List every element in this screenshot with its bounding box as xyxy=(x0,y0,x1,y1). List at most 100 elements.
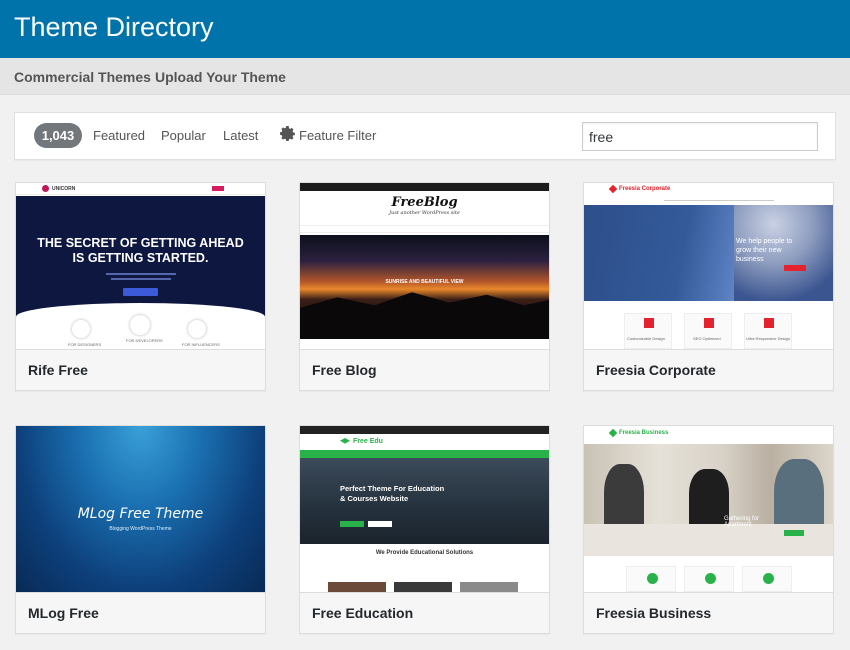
preview-service-box: Ultra Responsive Design xyxy=(744,313,792,349)
preview-service-box: SEO Optimized xyxy=(684,313,732,349)
preview-section: We Provide Educational Solutions xyxy=(300,544,549,592)
theme-screenshot: Freesia Business Gathering for Apartment xyxy=(584,426,833,592)
preview-header: Free Edu xyxy=(300,434,549,450)
preview-service-label: SEO Optimized xyxy=(693,336,721,341)
preview-thumb xyxy=(394,582,452,592)
theme-count-badge: 1,043 xyxy=(34,123,82,148)
preview-person xyxy=(689,469,729,529)
preview-cta xyxy=(784,265,806,271)
preview-feature-label: FOR DEVELOPERS xyxy=(126,338,163,343)
unicorn-logo-icon xyxy=(42,185,49,192)
preview-menu xyxy=(300,225,549,233)
preview-hero-line-1: Perfect Theme For Education xyxy=(340,484,445,493)
theme-card-freesia-corporate[interactable]: Freesia Corporate We help people to grow… xyxy=(583,182,834,391)
theme-name: Rife Free xyxy=(16,349,265,390)
preview-section-title: We Provide Educational Solutions xyxy=(375,550,474,556)
preview-service-icon xyxy=(764,318,774,328)
preview-topbar xyxy=(300,426,549,434)
preview-text-line xyxy=(111,278,171,280)
preview-office-image: Gathering for Apartment xyxy=(584,444,833,556)
preview-nav: Freesia Corporate xyxy=(584,183,833,205)
preview-masthead: FreeBlog Just another WordPress site xyxy=(300,191,549,221)
preview-logo: FreeBlog xyxy=(391,195,458,210)
theme-card-rife-free[interactable]: UNICORN THE SECRET OF GETTING AHEAD IS G… xyxy=(15,182,266,391)
preview-button xyxy=(123,288,158,296)
preview-feature-icon xyxy=(130,315,150,335)
preview-logo: Freesia Business xyxy=(619,430,669,436)
commercial-themes-link[interactable]: Commercial Themes xyxy=(14,69,151,85)
upload-theme-link[interactable]: Upload Your Theme xyxy=(155,69,286,85)
preview-feature-icon xyxy=(188,320,206,338)
preview-service-icon xyxy=(763,573,774,584)
preview-subtitle: Blogging WordPress Theme xyxy=(109,526,172,532)
preview-service-label: Ultra Responsive Design xyxy=(746,336,791,341)
preview-menu xyxy=(300,450,549,458)
filter-bar: 1,043 Featured Popular Latest Feature Fi… xyxy=(14,112,836,160)
preview-service-icon xyxy=(647,573,658,584)
preview-button xyxy=(340,521,364,527)
page-title: Theme Directory xyxy=(14,12,214,42)
preview-service-label: Customizable Design xyxy=(627,336,665,341)
theme-screenshot: MLog Free Theme Blogging WordPress Theme xyxy=(16,426,265,592)
feature-filter-button[interactable]: Feature Filter xyxy=(299,128,376,143)
preview-cta xyxy=(212,186,224,191)
gear-icon[interactable] xyxy=(280,126,296,142)
theme-name: Freesia Business xyxy=(584,592,833,633)
search-input[interactable] xyxy=(582,122,818,151)
theme-name: MLog Free xyxy=(16,592,265,633)
preview-service-box: Customizable Design xyxy=(624,313,672,349)
preview-tagline: Just another WordPress site xyxy=(389,210,460,216)
preview-nav: UNICORN xyxy=(16,183,265,195)
preview-feature-icon xyxy=(72,320,90,338)
preview-table xyxy=(584,524,833,556)
theme-screenshot: Free Edu Perfect Theme For Education & C… xyxy=(300,426,549,592)
preview-mountains xyxy=(300,292,549,339)
tab-popular[interactable]: Popular xyxy=(161,128,206,143)
preview-hero-text: Gathering for Apartment xyxy=(724,516,760,528)
preview-services xyxy=(584,556,833,592)
tab-featured[interactable]: Featured xyxy=(93,128,145,143)
preview-hero: Perfect Theme For Education & Courses We… xyxy=(300,458,549,544)
theme-name: Freesia Corporate xyxy=(584,349,833,390)
preview-thumb xyxy=(460,582,518,592)
preview-service-icon xyxy=(705,573,716,584)
preview-feature-label: FOR INFLUENCERS xyxy=(182,342,220,347)
preview-caption: SUNRISE AND BEAUTIFUL VIEW xyxy=(385,279,464,285)
preview-hero-text: Perfect Theme For Education & Courses We… xyxy=(340,484,444,504)
preview-services: Customizable Design SEO Optimized Ultra … xyxy=(584,301,833,349)
theme-screenshot: Freesia Corporate We help people to grow… xyxy=(584,183,833,349)
preview-title: MLog Free Theme xyxy=(77,506,204,522)
preview-topbar xyxy=(300,183,549,191)
preview-hero-line-2: & Courses Website xyxy=(340,494,409,503)
preview-service-box xyxy=(626,566,676,592)
flower-logo-icon xyxy=(608,184,618,194)
theme-card-mlog-free[interactable]: MLog Free Theme Blogging WordPress Theme… xyxy=(15,425,266,634)
preview-service-box xyxy=(742,566,792,592)
theme-name: Free Blog xyxy=(300,349,549,390)
theme-card-free-blog[interactable]: FreeBlog Just another WordPress site SUN… xyxy=(299,182,550,391)
preview-feature-label: FOR DESIGNERS xyxy=(68,342,102,347)
preview-hero-text: We help people to grow their new busines… xyxy=(736,238,793,263)
preview-headline-2: IS GETTING STARTED. xyxy=(72,251,209,265)
theme-screenshot: FreeBlog Just another WordPress site SUN… xyxy=(300,183,549,349)
preview-service-icon xyxy=(704,318,714,328)
preview-headline: THE SECRET OF GETTING AHEAD IS GETTING S… xyxy=(16,236,265,266)
preview-service-icon xyxy=(644,318,654,328)
preview-suit-image: We help people to grow their new busines… xyxy=(584,205,833,301)
theme-card-freesia-business[interactable]: Freesia Business Gathering for Apartment… xyxy=(583,425,834,634)
preview-sunset-image: SUNRISE AND BEAUTIFUL VIEW xyxy=(300,235,549,339)
preview-footer-strip xyxy=(300,339,549,349)
flower-logo-icon xyxy=(608,428,618,438)
preview-service-box xyxy=(684,566,734,592)
preview-headline-1: THE SECRET OF GETTING AHEAD xyxy=(37,236,244,250)
tab-latest[interactable]: Latest xyxy=(223,128,258,143)
page-header: Theme Directory xyxy=(0,0,850,58)
theme-screenshot: UNICORN THE SECRET OF GETTING AHEAD IS G… xyxy=(16,183,265,349)
preview-thumb xyxy=(328,582,386,592)
preview-cta xyxy=(784,530,804,536)
graduation-cap-icon xyxy=(340,438,350,444)
preview-logo: UNICORN xyxy=(52,186,76,192)
theme-card-free-education[interactable]: Free Edu Perfect Theme For Education & C… xyxy=(299,425,550,634)
preview-logo: Free Edu xyxy=(353,438,383,445)
theme-name: Free Education xyxy=(300,592,549,633)
